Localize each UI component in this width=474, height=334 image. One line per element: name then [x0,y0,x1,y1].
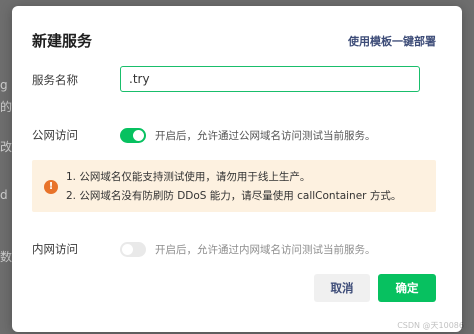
background-text-fragment: g [0,78,8,92]
public-access-label: 公网访问 [32,128,78,142]
warning-icon: ! [44,180,58,194]
toggle-knob [122,244,133,255]
background-text-fragment: 改 [0,140,12,154]
service-name-input[interactable] [120,66,420,92]
public-access-toggle[interactable] [120,128,146,143]
private-access-label: 内网访问 [32,242,78,256]
new-service-dialog: 新建服务 使用模板一键部署 服务名称 公网访问 开启后，允许通过公网域名访问测试… [12,6,462,332]
background-text-fragment: 的 [0,100,12,114]
warning-banner: ! 1. 公网域名仅能支持测试使用，请勿用于线上生产。 2. 公网域名没有防刷防… [32,160,436,212]
confirm-button[interactable]: 确定 [378,274,436,302]
public-access-hint: 开启后，允许通过公网域名访问测试当前服务。 [155,130,376,142]
warning-line-2: 2. 公网域名没有防刷防 DDoS 能力，请尽量使用 callContainer… [66,190,402,202]
toggle-knob [133,130,144,141]
dialog-title: 新建服务 [32,32,93,50]
background-text-fragment: 数 [0,250,12,264]
cancel-button[interactable]: 取消 [314,274,370,302]
watermark: CSDN @天10086 [397,321,464,330]
deploy-from-template-link[interactable]: 使用模板一键部署 [348,33,436,49]
private-access-toggle[interactable] [120,242,146,257]
warning-line-1: 1. 公网域名仅能支持测试使用，请勿用于线上生产。 [66,171,311,183]
service-name-label: 服务名称 [32,73,78,87]
background-text-fragment: d [0,188,8,202]
private-access-hint: 开启后，允许通过内网域名访问测试当前服务。 [155,244,376,256]
